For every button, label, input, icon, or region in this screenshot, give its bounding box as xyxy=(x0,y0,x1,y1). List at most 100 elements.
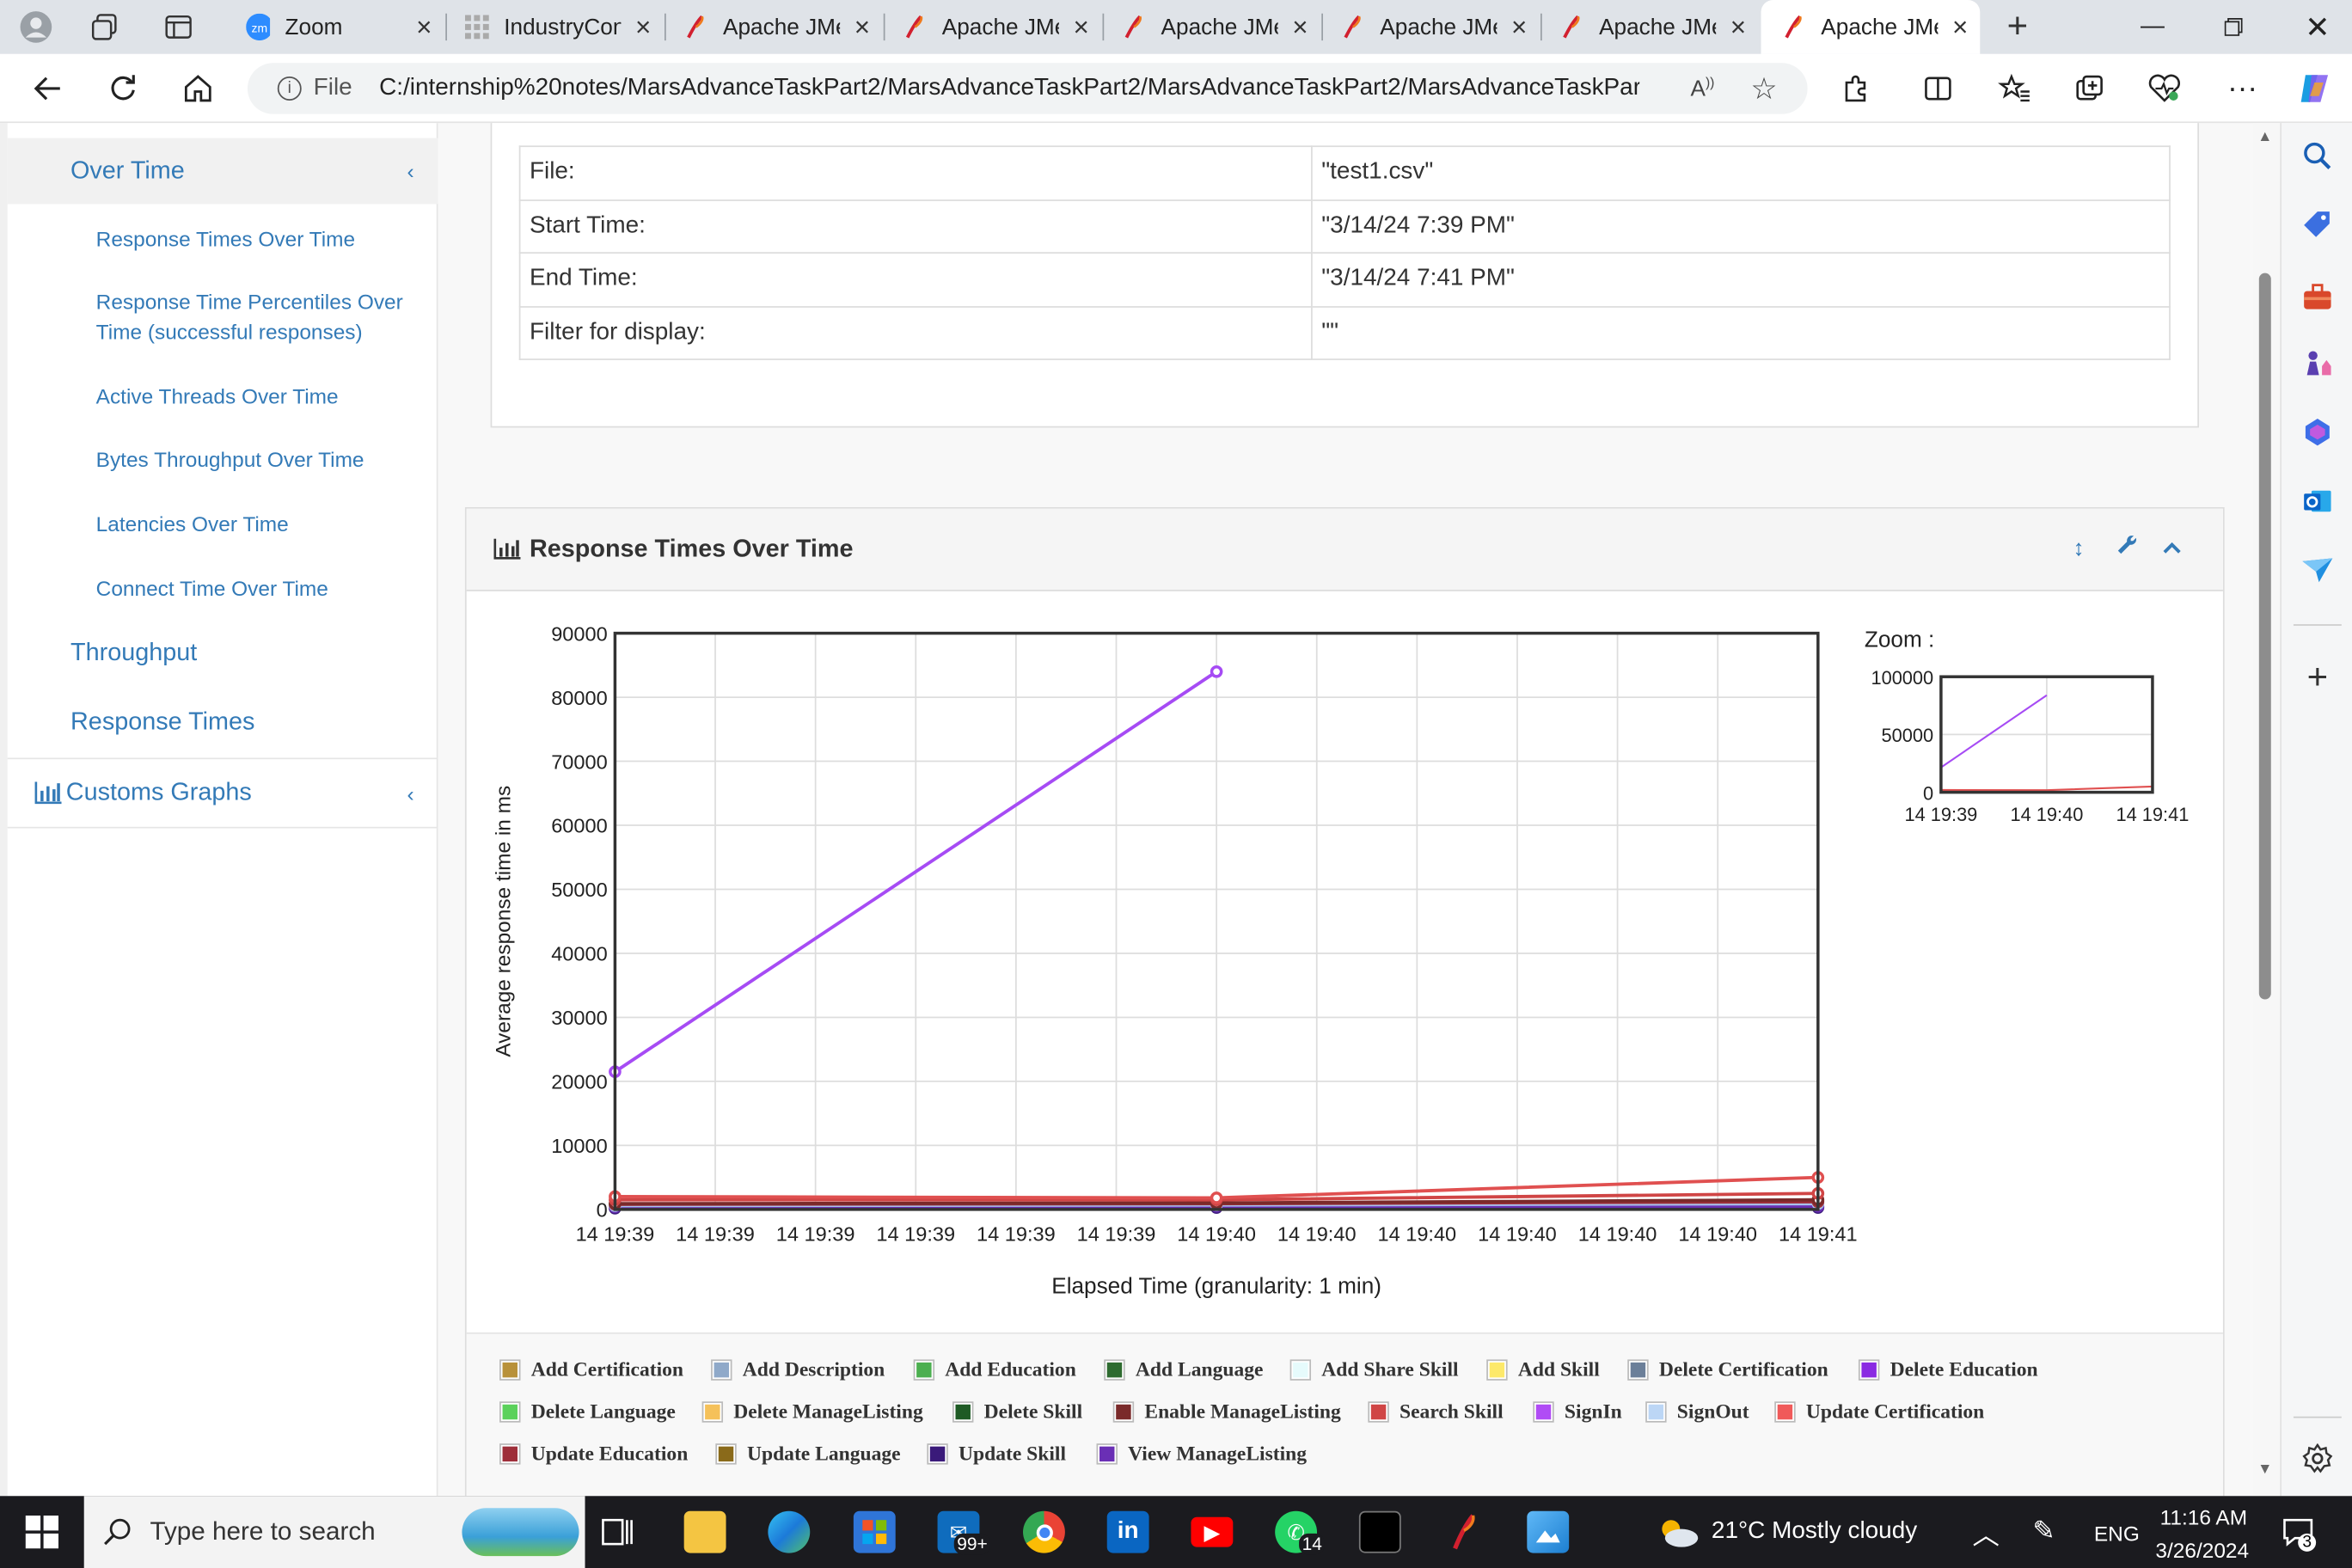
taskbar-search-box[interactable]: Type here to search xyxy=(83,1496,585,1568)
extensions-icon[interactable] xyxy=(1833,66,1877,111)
legend-item[interactable]: View ManageListing xyxy=(1096,1442,1307,1466)
favorites-icon[interactable] xyxy=(1992,66,2037,111)
legend-item[interactable]: Update Language xyxy=(715,1442,901,1466)
weather-text[interactable]: 21°C Mostly cloudy xyxy=(1712,1518,1917,1545)
pen-icon[interactable]: ✎ xyxy=(2032,1516,2055,1547)
address-bar[interactable]: i File C:/internship%20notes/MarsAdvance… xyxy=(247,63,1808,114)
url-text[interactable]: C:/internship%20notes/MarsAdvanceTaskPar… xyxy=(379,75,1639,101)
search-icon[interactable] xyxy=(2300,138,2336,175)
photos-icon[interactable] xyxy=(1527,1510,1570,1553)
info-icon[interactable]: i xyxy=(277,77,302,101)
sidebar-over-time[interactable]: Over Time ‹ xyxy=(7,138,438,205)
back-icon[interactable] xyxy=(26,66,70,111)
legend-item[interactable]: Add Description xyxy=(711,1358,885,1382)
edge-browser-icon[interactable] xyxy=(768,1510,811,1553)
resize-vertical-icon[interactable]: ↕ xyxy=(2073,536,2084,561)
scrollbar-thumb[interactable] xyxy=(2258,273,2271,1000)
legend-item[interactable]: Delete Certification xyxy=(1627,1358,1828,1382)
close-tab-icon[interactable]: × xyxy=(1292,14,1308,40)
settings-gear-icon[interactable] xyxy=(2300,1441,2336,1477)
restore-icon[interactable] xyxy=(2199,0,2268,54)
refresh-icon[interactable] xyxy=(101,66,145,111)
workspaces-icon[interactable] xyxy=(87,9,123,45)
chevron-left-icon[interactable]: ‹ xyxy=(407,781,413,805)
copilot-icon[interactable] xyxy=(2292,66,2337,111)
close-tab-icon[interactable]: × xyxy=(1730,14,1746,40)
weather-cloud-icon[interactable] xyxy=(1655,1511,1703,1553)
legend-item[interactable]: Add Share Skill xyxy=(1289,1358,1459,1382)
new-tab-icon[interactable]: + xyxy=(2000,6,2036,46)
collapse-chevron-icon[interactable] xyxy=(2163,536,2181,561)
chevron-up-icon[interactable]: ︿ xyxy=(1973,1514,2000,1553)
tab-jmeter[interactable]: Apache JMeter Dashboard × xyxy=(1320,0,1540,54)
language-indicator[interactable]: ENG xyxy=(2094,1522,2140,1546)
legend-item[interactable]: Delete Language xyxy=(499,1400,676,1424)
chrome-icon[interactable] xyxy=(1023,1510,1065,1553)
legend-item[interactable]: Update Skill xyxy=(927,1442,1066,1466)
legend-item[interactable]: Add Certification xyxy=(499,1358,683,1382)
sidebar-item-bytes-throughput[interactable]: Bytes Throughput Over Time xyxy=(96,444,419,475)
legend-item[interactable]: SignIn xyxy=(1533,1400,1622,1424)
tab-industryconnect[interactable]: IndustryConnect × xyxy=(444,0,663,54)
add-icon[interactable]: + xyxy=(2300,658,2336,698)
home-icon[interactable] xyxy=(175,66,220,111)
legend-item[interactable]: Update Education xyxy=(499,1442,688,1466)
sidebar-response-times[interactable]: Response Times xyxy=(8,696,438,747)
legend-item[interactable]: Enable ManageListing xyxy=(1112,1400,1341,1424)
close-tab-icon[interactable]: × xyxy=(854,14,870,40)
clock-date[interactable]: 3/26/2024 xyxy=(2155,1538,2249,1562)
legend-item[interactable]: SignOut xyxy=(1645,1400,1749,1424)
read-aloud-icon[interactable]: A)) xyxy=(1690,75,1714,101)
outlook-icon[interactable] xyxy=(2300,483,2336,519)
sidebar-customs-graphs[interactable]: Customs Graphs ‹ xyxy=(7,759,438,829)
terminal-icon[interactable] xyxy=(1358,1510,1401,1553)
collections-icon[interactable] xyxy=(2067,66,2111,111)
profile-icon[interactable] xyxy=(18,9,54,45)
wrench-icon[interactable] xyxy=(2117,535,2139,562)
tab-jmeter[interactable]: Apache JMeter Dashboard × xyxy=(882,0,1101,54)
sidebar-throughput[interactable]: Throughput xyxy=(8,628,438,678)
close-tab-icon[interactable]: × xyxy=(1952,14,1968,40)
sidebar-item-connect-time[interactable]: Connect Time Over Time xyxy=(96,573,419,603)
legend-item[interactable]: Add Skill xyxy=(1486,1358,1600,1382)
send-icon[interactable] xyxy=(2300,552,2336,588)
data-point[interactable] xyxy=(1210,1191,1223,1204)
tab-actions-icon[interactable] xyxy=(161,9,197,45)
legend-item[interactable]: Add Language xyxy=(1104,1358,1263,1382)
legend-item[interactable]: Delete Education xyxy=(1858,1358,2038,1382)
close-window-icon[interactable]: ✕ xyxy=(2283,0,2352,54)
scroll-down-icon[interactable]: ▼ xyxy=(2257,1461,2272,1478)
tools-briefcase-icon[interactable] xyxy=(2300,279,2336,315)
tab-jmeter[interactable]: Apache JMeter Dashboard × xyxy=(1101,0,1320,54)
scroll-up-icon[interactable]: ▲ xyxy=(2257,129,2272,145)
close-tab-icon[interactable]: × xyxy=(416,14,432,40)
tab-zoom[interactable]: zm Zoom × xyxy=(225,0,444,54)
close-tab-icon[interactable]: × xyxy=(1073,14,1088,40)
tab-jmeter[interactable]: Apache JMeter Dashboard × xyxy=(663,0,882,54)
windows-start-icon[interactable] xyxy=(21,1511,63,1553)
close-tab-icon[interactable]: × xyxy=(1511,14,1527,40)
games-icon[interactable] xyxy=(2300,345,2336,381)
shopping-tag-icon[interactable] xyxy=(2300,207,2336,243)
sidebar-item-response-time-percentiles[interactable]: Response Time Percentiles Over Time (suc… xyxy=(96,286,419,346)
close-tab-icon[interactable]: × xyxy=(635,14,651,40)
legend-item[interactable]: Update Certification xyxy=(1774,1400,1984,1424)
zoom-overview-chart[interactable]: Zoom : 0 50000 100000 14 19:39 14 19:40 14 1… xyxy=(1847,606,2207,861)
legend-item[interactable]: Add Education xyxy=(913,1358,1076,1382)
tab-jmeter-active[interactable]: Apache JMeter Dashboard × xyxy=(1761,0,1981,54)
sidebar-item-response-times-over-time[interactable]: Response Times Over Time xyxy=(96,224,419,254)
microsoft-365-icon[interactable] xyxy=(2300,414,2336,450)
file-explorer-icon[interactable] xyxy=(683,1510,726,1553)
minimize-icon[interactable]: — xyxy=(2118,0,2187,54)
browser-essentials-icon[interactable] xyxy=(2142,66,2187,111)
page-scrollbar[interactable]: ▲ ▼ xyxy=(2252,123,2281,1497)
more-options-icon[interactable]: ··· xyxy=(2220,66,2264,111)
legend-item[interactable]: Search Skill xyxy=(1368,1400,1504,1424)
chevron-left-icon[interactable]: ‹ xyxy=(407,159,413,183)
legend-item[interactable]: Delete ManageListing xyxy=(701,1400,923,1424)
tab-jmeter[interactable]: Apache JMeter Dashboard × xyxy=(1539,0,1758,54)
task-view-icon[interactable] xyxy=(597,1511,639,1553)
favorite-star-icon[interactable]: ☆ xyxy=(1750,70,1777,107)
sidebar-item-active-threads[interactable]: Active Threads Over Time xyxy=(96,381,419,411)
jmeter-feather-icon[interactable] xyxy=(1443,1511,1485,1553)
